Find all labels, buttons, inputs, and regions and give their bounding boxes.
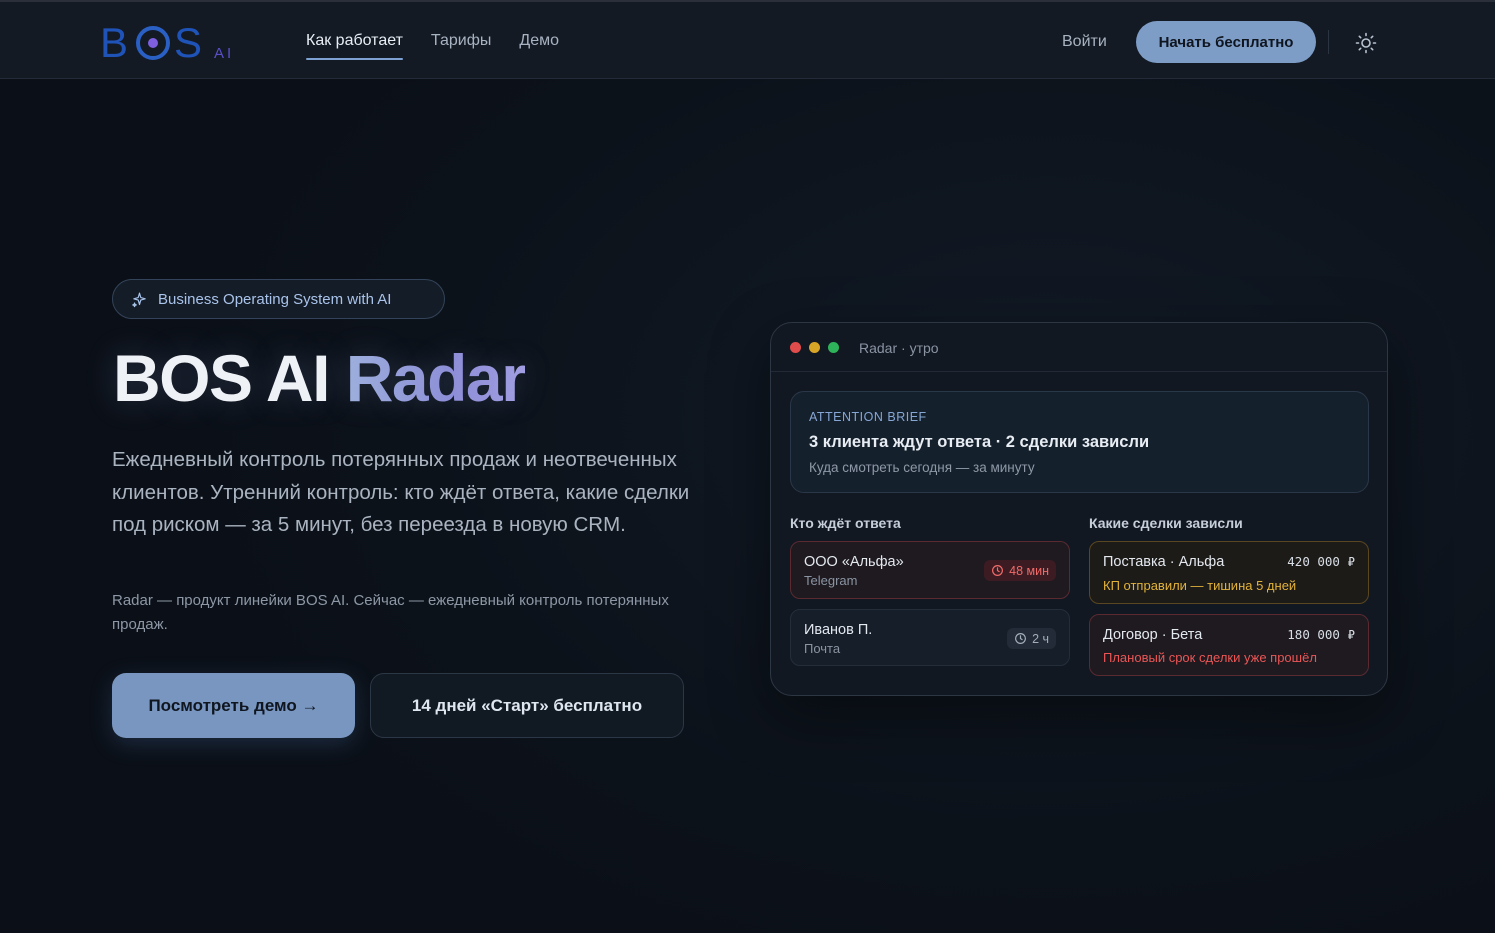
header-divider xyxy=(1328,30,1329,54)
client-channel: Telegram xyxy=(804,573,858,588)
hero-subtext: Radar — продукт линейки BOS AI. Сейчас —… xyxy=(112,592,669,633)
window-dot-red xyxy=(790,342,801,353)
deal-name: Поставка · Альфа xyxy=(1103,554,1225,570)
window-dot-green xyxy=(828,342,839,353)
radar-preview-window: Radar · утро ATTENTION BRIEF 3 клиента ж… xyxy=(770,322,1388,696)
client-name: ООО «Альфа» xyxy=(804,554,904,570)
watch-demo-button[interactable]: Посмотреть демо → xyxy=(112,673,355,738)
sun-icon xyxy=(1355,32,1377,54)
clock-icon xyxy=(992,565,1004,576)
waiting-card-alpha[interactable]: ООО «Альфа» Telegram 48 мин xyxy=(790,541,1070,599)
window-title: Radar · утро xyxy=(859,340,939,356)
product-pill-text: Business Operating System with AI xyxy=(158,290,392,308)
hero-lead: Ежедневный контроль потерянных продаж и … xyxy=(112,448,690,536)
deal-amount: 420 000 ₽ xyxy=(1287,554,1355,569)
nav-demo[interactable]: Демо xyxy=(519,32,559,58)
hero-title-main: BOS AI xyxy=(113,341,346,415)
logo[interactable]: B S AI xyxy=(100,20,234,64)
deal-amount: 180 000 ₽ xyxy=(1287,627,1355,642)
sparkle-icon xyxy=(132,292,146,307)
wait-time-text: 48 мин xyxy=(1009,563,1049,578)
logo-ai-label: AI xyxy=(214,45,235,62)
start-free-button[interactable]: Начать бесплатно xyxy=(1136,21,1316,63)
waiting-column-title: Кто ждёт ответа xyxy=(790,515,901,531)
logo-letter-s: S xyxy=(174,19,207,66)
window-titlebar: Radar · утро xyxy=(771,323,1387,372)
deal-danger-note: Плановый срок сделки уже прошёл xyxy=(1103,650,1317,665)
theme-toggle-button[interactable] xyxy=(1354,31,1378,55)
wait-time-badge: 2 ч xyxy=(1007,628,1056,649)
brief-headline: 3 клиента ждут ответа · 2 сделки зависли xyxy=(809,433,1150,451)
top-navbar: B S AI Как работает Тарифы Демо Войти На… xyxy=(0,0,1495,79)
nav-pricing[interactable]: Тарифы xyxy=(431,32,491,58)
landing-page: B S AI Как работает Тарифы Демо Войти На… xyxy=(0,0,1495,933)
product-pill: Business Operating System with AI xyxy=(112,279,445,319)
stuck-deal-card-contract[interactable]: Договор · Бета 180 000 ₽ Плановый срок с… xyxy=(1089,614,1369,676)
stuck-column-title: Какие сделки зависли xyxy=(1089,515,1243,531)
window-dot-yellow xyxy=(809,342,820,353)
brief-subline: Куда смотреть сегодня — за минуту xyxy=(809,460,1035,475)
client-channel: Почта xyxy=(804,641,841,656)
main-nav: Как работает Тарифы Демо xyxy=(306,32,559,60)
attention-brief-card: ATTENTION BRIEF 3 клиента ждут ответа · … xyxy=(790,391,1369,493)
free-trial-button[interactable]: 14 дней «Старт» бесплатно xyxy=(370,673,684,738)
deal-name: Договор · Бета xyxy=(1103,627,1203,643)
clock-icon xyxy=(1015,633,1027,644)
stuck-deal-card-supply[interactable]: Поставка · Альфа 420 000 ₽ КП отправили … xyxy=(1089,541,1369,604)
wait-time-text: 2 ч xyxy=(1032,631,1049,646)
hero-title-accent: Radar xyxy=(345,341,527,415)
brief-kicker: ATTENTION BRIEF xyxy=(809,410,927,424)
logo-wordmark: B S xyxy=(100,22,206,64)
nav-how-it-works[interactable]: Как работает xyxy=(306,32,403,60)
logo-o-mark xyxy=(136,26,171,60)
waiting-card-ivanov[interactable]: Иванов П. Почта 2 ч xyxy=(790,609,1070,666)
wait-time-badge: 48 мин xyxy=(984,560,1056,581)
client-name: Иванов П. xyxy=(804,622,873,638)
logo-letter-b: B xyxy=(100,19,133,66)
deal-warning-note: КП отправили — тишина 5 дней xyxy=(1103,578,1297,593)
hero-title: BOS AI Radar xyxy=(113,340,527,416)
login-link[interactable]: Войти xyxy=(1062,33,1107,51)
